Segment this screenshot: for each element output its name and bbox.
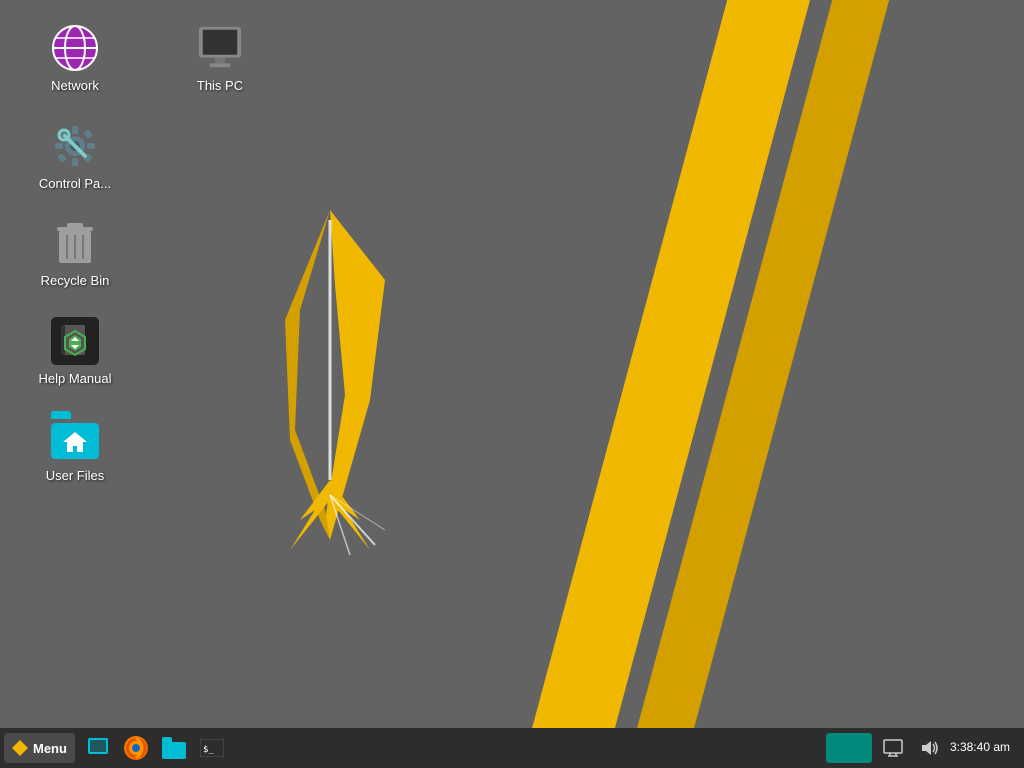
display-button[interactable] — [878, 733, 908, 763]
helpmanual-svg — [57, 323, 93, 359]
clock-time: 3:38:40 am — [950, 740, 1010, 754]
virtual-desktop-button[interactable] — [826, 733, 872, 763]
taskbar-right: 3:38:40 am — [826, 733, 1020, 763]
network-icon-img — [51, 24, 99, 72]
stripe-wide — [521, 0, 831, 728]
help-manual-icon[interactable]: Help Manual — [30, 313, 120, 391]
file-manager-button[interactable] — [157, 733, 191, 763]
wallpaper-decoration — [524, 0, 1024, 728]
desktop-icon — [88, 738, 108, 758]
terminal-button[interactable]: $_ — [195, 733, 229, 763]
userfiles-folder-tab — [51, 411, 71, 419]
help-manual-icon-img — [51, 317, 99, 365]
control-panel-icon[interactable]: Control Pa... — [30, 118, 120, 196]
thispc-svg — [196, 24, 244, 72]
menu-label: Menu — [33, 741, 67, 756]
desktop: Network — [0, 0, 1024, 728]
this-pc-icon-img — [196, 24, 244, 72]
userfiles-folder-body — [51, 423, 99, 459]
file-manager-icon — [162, 737, 186, 759]
firefox-svg — [124, 736, 148, 760]
stripe-narrow — [626, 0, 912, 728]
feather-logo — [230, 200, 430, 560]
terminal-svg: $_ — [200, 739, 224, 757]
network-svg — [51, 24, 99, 72]
volume-icon — [919, 739, 939, 757]
desktop-icons-column1: Network — [30, 20, 120, 488]
taskbar: Menu $_ — [0, 728, 1024, 768]
help-manual-label: Help Manual — [39, 371, 112, 387]
recycle-bin-icon[interactable]: Recycle Bin — [30, 215, 120, 293]
menu-button[interactable]: Menu — [4, 733, 75, 763]
this-pc-label: This PC — [197, 78, 243, 94]
this-pc-icon[interactable]: This PC — [175, 20, 265, 98]
firefox-button[interactable] — [119, 733, 153, 763]
display-icon — [883, 739, 903, 757]
user-files-icon-img — [51, 414, 99, 462]
network-label: Network — [51, 78, 99, 94]
feather-svg — [230, 200, 430, 560]
recycle-bin-label: Recycle Bin — [41, 273, 110, 289]
control-panel-label: Control Pa... — [39, 176, 111, 192]
user-files-label: User Files — [46, 468, 105, 484]
network-icon[interactable]: Network — [30, 20, 120, 98]
terminal-icon: $_ — [200, 739, 224, 757]
helpmanual-box — [51, 317, 99, 365]
show-desktop-button[interactable] — [81, 733, 115, 763]
taskbar-clock: 3:38:40 am — [950, 740, 1014, 756]
volume-button[interactable] — [914, 733, 944, 763]
menu-icon — [12, 740, 28, 756]
user-files-icon[interactable]: User Files — [30, 410, 120, 488]
userfiles-container — [51, 417, 99, 459]
recyclebin-svg — [53, 219, 97, 267]
control-panel-icon-img — [51, 122, 99, 170]
recycle-bin-icon-img — [51, 219, 99, 267]
svg-text:$_: $_ — [203, 745, 214, 755]
firefox-icon — [124, 736, 148, 760]
userfiles-house-svg — [61, 428, 89, 454]
controlpanel-svg — [51, 122, 99, 170]
